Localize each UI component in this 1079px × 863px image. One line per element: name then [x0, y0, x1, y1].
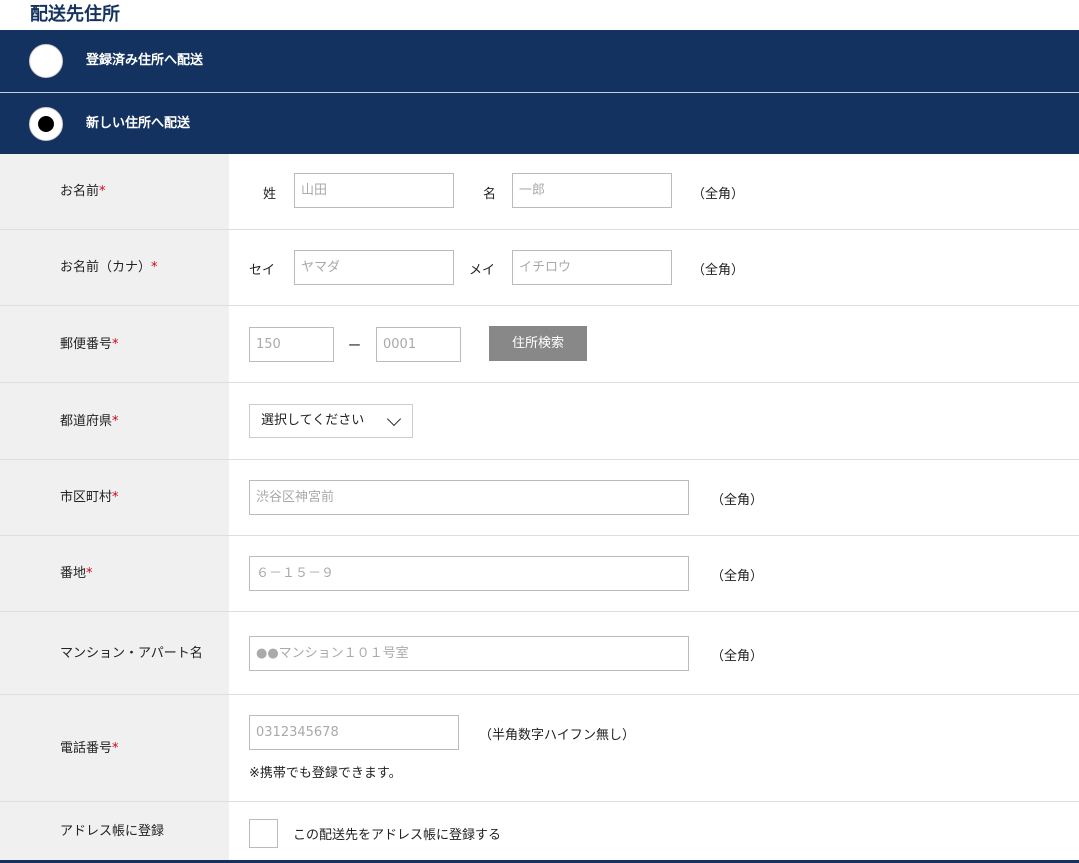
last-name-input[interactable]: 山田 — [294, 173, 454, 208]
row-label: 番地* — [0, 536, 229, 611]
row-kana: お名前（カナ）* セイ ヤマダ メイ イチロウ （全角） — [0, 230, 1079, 306]
last-name-kana-input[interactable]: ヤマダ — [294, 250, 454, 285]
address-book-label: アドレス帳に登録 — [60, 824, 165, 839]
prefecture-label: 都道府県 — [60, 413, 113, 429]
name-label: お名前 — [60, 184, 100, 199]
city-input[interactable]: 渋谷区神宮前 — [249, 480, 689, 515]
required-mark: * — [112, 740, 119, 756]
page-title: 配送先住所 — [30, 4, 120, 25]
building-label: マンション・アパート名 — [60, 645, 203, 661]
row-zip: 郵便番号* 150 ー 0001 住所検索 — [0, 306, 1079, 383]
required-mark: * — [86, 566, 93, 581]
radio-selected-dot — [38, 116, 54, 132]
radio-registered-address[interactable] — [29, 44, 63, 78]
kana-label: お名前（カナ） — [60, 260, 152, 275]
option-new-address[interactable]: 新しい住所へ配送 — [0, 92, 1079, 154]
required-mark: * — [112, 336, 119, 352]
zip-first-input[interactable]: 150 — [249, 327, 334, 362]
row-label: お名前（カナ）* — [0, 230, 229, 305]
option-registered-address-label: 登録済み住所へ配送 — [86, 53, 204, 68]
option-registered-address[interactable]: 登録済み住所へ配送 — [0, 30, 1079, 92]
zip-second-input[interactable]: 0001 — [376, 327, 461, 362]
phone-input[interactable]: 0312345678 — [249, 715, 459, 750]
row-street: 番地* ６－１５－９ （全角） — [0, 536, 1079, 612]
row-label: お名前* — [0, 154, 229, 229]
mei-label: 名 — [483, 187, 497, 202]
street-label: 番地 — [60, 566, 87, 581]
phone-label: 電話番号 — [60, 740, 113, 756]
prefecture-select[interactable]: 選択してください — [249, 404, 413, 438]
row-prefecture: 都道府県* 選択してください — [0, 383, 1079, 460]
address-book-checkbox[interactable] — [249, 819, 278, 848]
mei-kana-label: メイ — [469, 263, 496, 278]
row-city: 市区町村* 渋谷区神宮前 （全角） — [0, 460, 1079, 536]
option-new-address-label: 新しい住所へ配送 — [86, 116, 191, 131]
row-label: 郵便番号* — [0, 306, 229, 382]
name-note: （全角） — [692, 187, 745, 202]
zip-separator: ー — [348, 339, 362, 354]
phone-note: （半角数字ハイフン無し） — [479, 728, 636, 743]
kana-note: （全角） — [692, 263, 745, 278]
first-name-kana-input[interactable]: イチロウ — [512, 250, 672, 285]
row-label: 都道府県* — [0, 383, 229, 459]
row-building: マンション・アパート名 ●●マンション１０１号室 （全角） — [0, 612, 1079, 695]
radio-new-address[interactable] — [29, 107, 63, 141]
zip-label: 郵便番号 — [60, 336, 113, 352]
required-mark: * — [112, 490, 119, 505]
city-note: （全角） — [711, 493, 764, 508]
address-search-button[interactable]: 住所検索 — [489, 326, 587, 361]
chevron-down-icon — [386, 411, 402, 427]
row-label: マンション・アパート名 — [0, 612, 229, 694]
street-input[interactable]: ６－１５－９ — [249, 556, 689, 591]
sei-label: 姓 — [263, 187, 277, 202]
required-mark: * — [112, 413, 119, 429]
required-mark: * — [99, 184, 106, 199]
row-label: アドレス帳に登録 — [0, 802, 229, 861]
row-label: 電話番号* — [0, 695, 229, 801]
row-address-book: アドレス帳に登録 この配送先をアドレス帳に登録する — [0, 802, 1079, 861]
prefecture-selected-value: 選択してください — [261, 413, 365, 428]
city-label: 市区町村 — [60, 490, 113, 505]
street-note: （全角） — [711, 569, 764, 584]
row-phone: 電話番号* 0312345678 （半角数字ハイフン無し） ※携帯でも登録できま… — [0, 695, 1079, 802]
address-book-checkbox-label[interactable]: この配送先をアドレス帳に登録する — [293, 824, 501, 843]
row-label: 市区町村* — [0, 460, 229, 535]
first-name-input[interactable]: 一郎 — [512, 173, 672, 208]
phone-sub-note: ※携帯でも登録できます。 — [249, 766, 402, 781]
required-mark: * — [151, 260, 158, 275]
sei-kana-label: セイ — [249, 263, 276, 278]
building-input[interactable]: ●●マンション１０１号室 — [249, 636, 689, 671]
row-name: お名前* 姓 山田 名 一郎 （全角） — [0, 154, 1079, 230]
building-note: （全角） — [711, 649, 764, 664]
